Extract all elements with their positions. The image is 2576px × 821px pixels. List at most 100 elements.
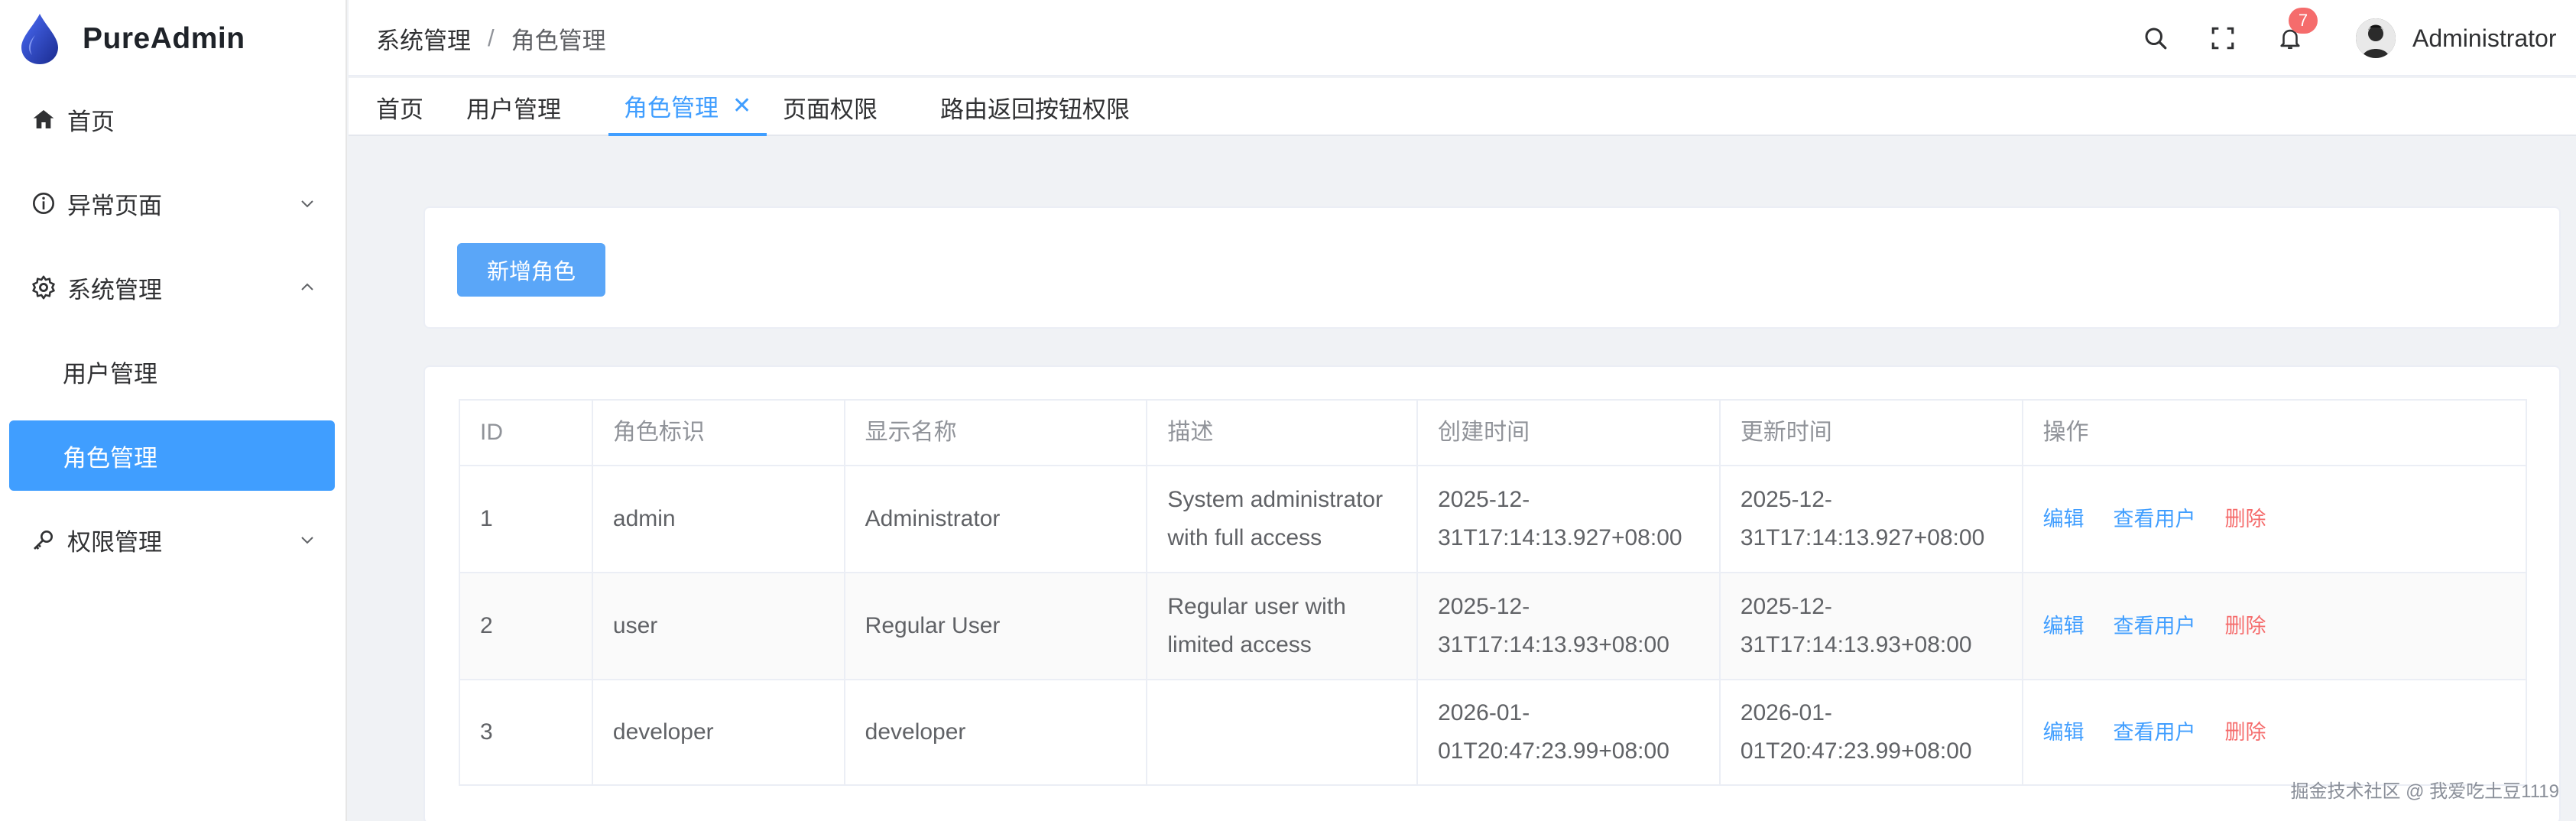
datetime-line: 2026-01- bbox=[1740, 700, 1832, 725]
edit-button[interactable]: 编辑 bbox=[2043, 713, 2084, 751]
cell-description: System administrator with full access bbox=[1147, 466, 1419, 572]
tab-page-permission[interactable]: 页面权限 bbox=[783, 78, 878, 136]
tab-label: 首页 bbox=[376, 96, 423, 123]
sidebar-item-system[interactable]: 系统管理 bbox=[0, 249, 347, 326]
username[interactable]: Administrator bbox=[2412, 0, 2557, 76]
watermark: 掘金技术社区 @ 我爱吃土豆1119 bbox=[2290, 781, 2559, 802]
view-users-button[interactable]: 查看用户 bbox=[2114, 607, 2196, 645]
key-icon bbox=[29, 525, 58, 554]
breadcrumb: 系统管理 / 角色管理 bbox=[376, 0, 606, 76]
table-row: 1 admin Administrator System administrat… bbox=[460, 466, 2526, 573]
sidebar-item-label: 用户管理 bbox=[63, 360, 157, 388]
search-icon[interactable] bbox=[2137, 20, 2174, 57]
tab-home[interactable]: 首页 bbox=[376, 78, 423, 136]
column-header: ID bbox=[460, 401, 593, 465]
sidebar-item-permissions[interactable]: 权限管理 bbox=[0, 501, 347, 578]
tab-user-management[interactable]: 用户管理 bbox=[466, 78, 561, 136]
column-header: 角色标识 bbox=[593, 401, 845, 465]
cell-role-key: user bbox=[593, 573, 845, 679]
close-icon[interactable]: ✕ bbox=[732, 92, 751, 119]
table-header-row: ID 角色标识 显示名称 描述 创建时间 更新时间 操作 bbox=[460, 401, 2526, 466]
column-header: 更新时间 bbox=[1721, 401, 2023, 465]
delete-button[interactable]: 删除 bbox=[2225, 607, 2266, 645]
cell-created-at: 2026-01- 01T20:47:23.99+08:00 bbox=[1418, 680, 1721, 784]
view-users-button[interactable]: 查看用户 bbox=[2114, 500, 2196, 538]
cell-updated-at: 2025-12- 31T17:14:13.927+08:00 bbox=[1721, 466, 2023, 572]
sidebar-item-label: 异常页面 bbox=[67, 192, 162, 219]
top-header: 系统管理 / 角色管理 bbox=[349, 0, 2576, 76]
desc-line: limited access bbox=[1167, 632, 1312, 657]
datetime-line: 2025-12- bbox=[1740, 487, 1832, 512]
sidebar-item-role-management[interactable]: 角色管理 bbox=[9, 420, 335, 491]
breadcrumb-separator: / bbox=[488, 24, 495, 51]
cell-role-key: developer bbox=[593, 680, 845, 784]
tab-role-management[interactable]: 角色管理 ✕ bbox=[608, 78, 767, 136]
toolbar-card bbox=[423, 206, 2561, 329]
app-title: PureAdmin bbox=[83, 22, 245, 55]
cell-updated-at: 2025-12- 31T17:14:13.93+08:00 bbox=[1721, 573, 2023, 679]
desc-line: with full access bbox=[1167, 525, 1322, 550]
sidebar-item-label: 首页 bbox=[67, 108, 115, 135]
datetime-line: 2025-12- bbox=[1438, 487, 1530, 512]
roles-table: ID 角色标识 显示名称 描述 创建时间 更新时间 操作 1 admin Adm… bbox=[459, 399, 2527, 786]
datetime-line: 01T20:47:23.99+08:00 bbox=[1438, 738, 1669, 764]
tab-route-button-permission[interactable]: 路由返回按钮权限 bbox=[940, 78, 1130, 136]
cell-id: 2 bbox=[460, 573, 593, 679]
avatar[interactable] bbox=[2356, 18, 2396, 58]
view-users-button[interactable]: 查看用户 bbox=[2114, 713, 2196, 751]
cell-display-name: Administrator bbox=[845, 466, 1148, 572]
tab-label: 角色管理 bbox=[624, 94, 719, 122]
fullscreen-icon[interactable] bbox=[2205, 20, 2241, 57]
cell-id: 3 bbox=[460, 680, 593, 784]
cell-role-key: admin bbox=[593, 466, 845, 572]
sidebar: PureAdmin 首页 异常页面 系统管理 用户管理 角色管理 权限管理 bbox=[0, 0, 347, 821]
desc-line: System administrator bbox=[1167, 487, 1384, 512]
chevron-down-icon bbox=[301, 537, 313, 544]
breadcrumb-current: 角色管理 bbox=[511, 27, 606, 54]
cell-updated-at: 2026-01- 01T20:47:23.99+08:00 bbox=[1721, 680, 2023, 784]
cell-actions: 编辑 查看用户 删除 bbox=[2023, 680, 2526, 784]
home-icon bbox=[29, 105, 58, 134]
datetime-line: 31T17:14:13.927+08:00 bbox=[1438, 525, 1682, 550]
table-row: 3 developer developer 2026-01- 01T20:47:2… bbox=[460, 680, 2526, 784]
sidebar-item-label: 角色管理 bbox=[63, 444, 157, 472]
delete-button[interactable]: 删除 bbox=[2225, 713, 2266, 751]
column-header: 描述 bbox=[1147, 401, 1419, 465]
column-header: 创建时间 bbox=[1418, 401, 1721, 465]
chevron-up-icon bbox=[301, 283, 313, 290]
column-header: 操作 bbox=[2042, 420, 2089, 445]
gear-icon bbox=[29, 273, 58, 302]
notification-badge: 7 bbox=[2289, 8, 2318, 34]
delete-button[interactable]: 删除 bbox=[2225, 500, 2266, 538]
chevron-down-icon bbox=[301, 200, 313, 208]
datetime-line: 01T20:47:23.99+08:00 bbox=[1740, 738, 1972, 764]
datetime-line: 31T17:14:13.93+08:00 bbox=[1740, 632, 1972, 657]
datetime-line: 2026-01- bbox=[1438, 700, 1530, 725]
column-header: 显示名称 bbox=[845, 401, 1148, 465]
sidebar-item-user-management[interactable]: 用户管理 bbox=[9, 336, 335, 407]
table-row: 2 user Regular User Regular user with lim… bbox=[460, 573, 2526, 680]
add-role-button[interactable]: 新增角色 bbox=[457, 243, 605, 297]
breadcrumb-item[interactable]: 系统管理 bbox=[376, 21, 471, 56]
sidebar-item-error-pages[interactable]: 异常页面 bbox=[0, 165, 347, 242]
datetime-line: 2025-12- bbox=[1438, 594, 1530, 619]
desc-line: Regular user with bbox=[1167, 594, 1346, 619]
sidebar-item-home[interactable]: 首页 bbox=[0, 81, 347, 157]
cell-created-at: 2025-12- 31T17:14:13.93+08:00 bbox=[1418, 573, 1721, 679]
datetime-line: 2025-12- bbox=[1740, 594, 1832, 619]
sidebar-item-label: 系统管理 bbox=[67, 276, 162, 303]
cell-display-name: developer bbox=[845, 680, 1148, 784]
cell-description: Regular user with limited access bbox=[1147, 573, 1419, 679]
edit-button[interactable]: 编辑 bbox=[2043, 500, 2084, 538]
tab-label: 页面权限 bbox=[783, 96, 878, 123]
logo[interactable]: PureAdmin bbox=[17, 12, 245, 66]
info-circle-icon bbox=[29, 189, 58, 218]
sidebar-item-label: 权限管理 bbox=[67, 528, 162, 556]
cell-display-name: Regular User bbox=[845, 573, 1148, 679]
edit-button[interactable]: 编辑 bbox=[2043, 607, 2084, 645]
tab-bar: 首页 用户管理 角色管理 ✕ 页面权限 路由返回按钮权限 bbox=[349, 78, 2576, 136]
cell-created-at: 2025-12- 31T17:14:13.927+08:00 bbox=[1418, 466, 1721, 572]
cell-description bbox=[1147, 680, 1419, 784]
datetime-line: 31T17:14:13.927+08:00 bbox=[1740, 525, 1985, 550]
datetime-line: 31T17:14:13.93+08:00 bbox=[1438, 632, 1669, 657]
